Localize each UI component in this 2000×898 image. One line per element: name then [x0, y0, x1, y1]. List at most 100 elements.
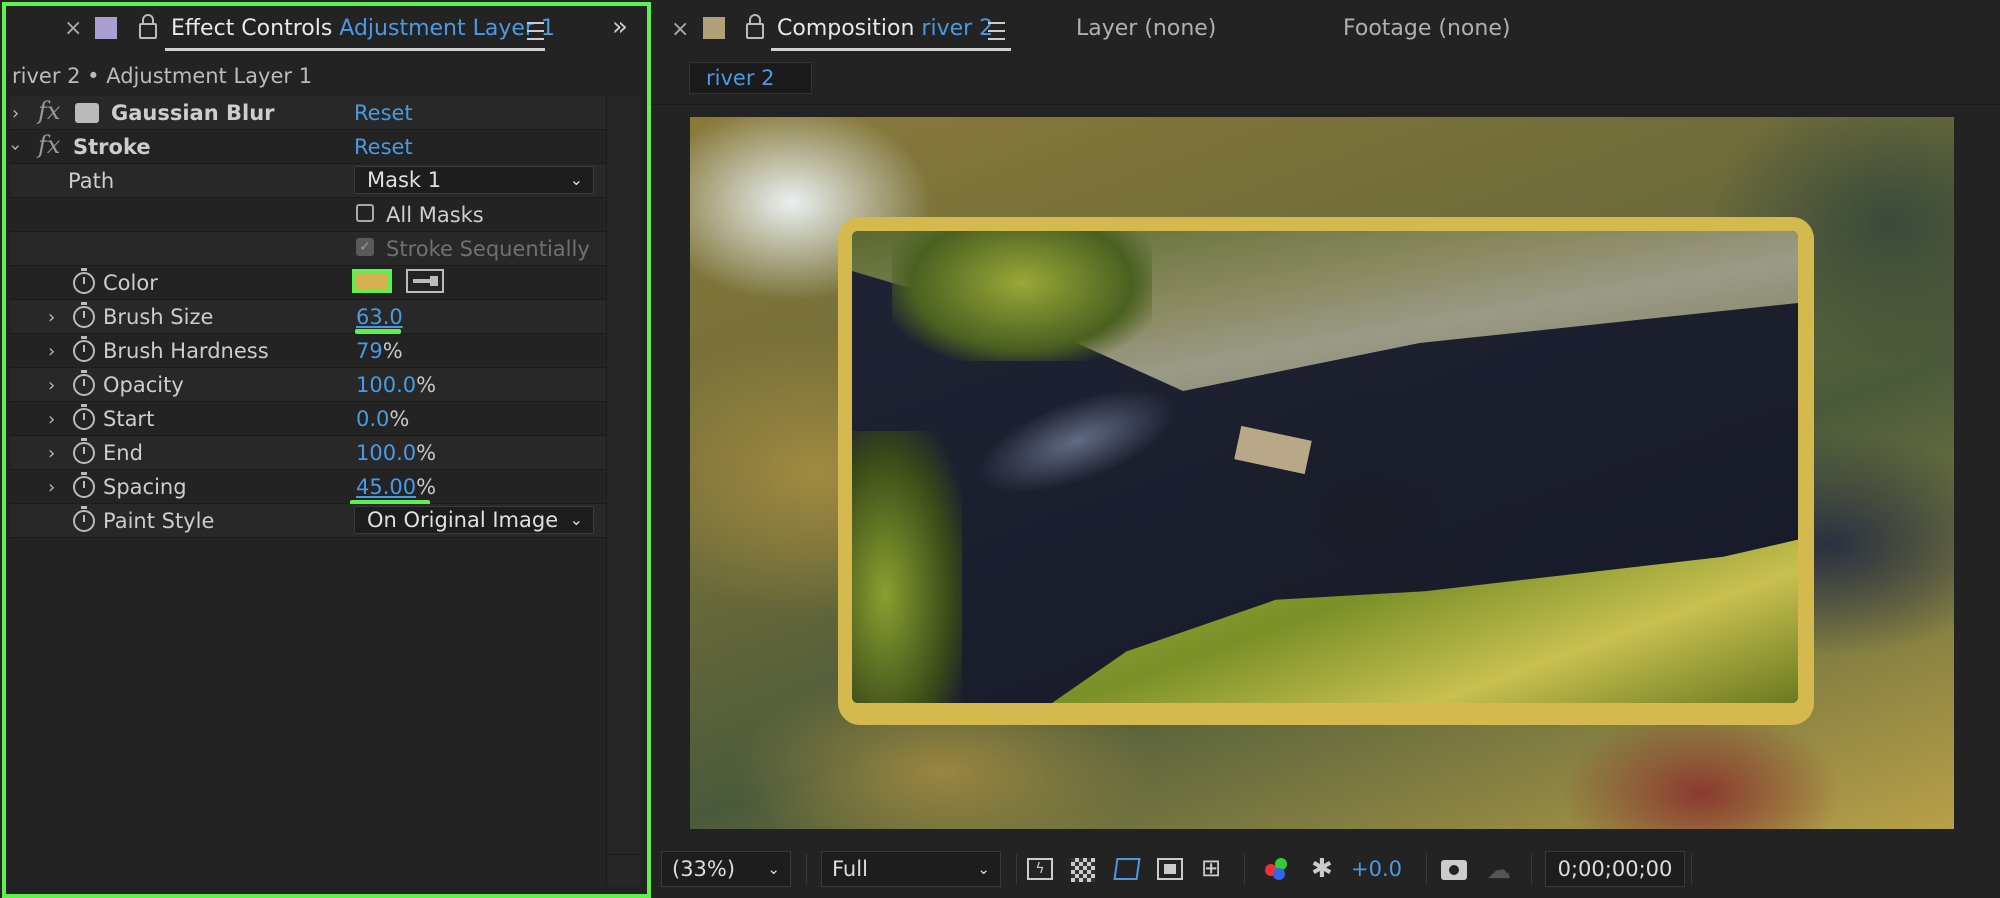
fast-previews-icon[interactable]: ϟ [1027, 858, 1053, 880]
stopwatch-icon[interactable] [73, 268, 95, 294]
param-row-paint-style: Paint Style On Original Image ⌄ [10, 504, 606, 538]
eyedropper-icon[interactable] [406, 269, 444, 293]
unit: % [389, 407, 410, 431]
param-value-group: 45.00% [356, 475, 436, 499]
stroke-sequentially-checkbox[interactable]: ✓ [356, 238, 374, 256]
reset-exposure-icon[interactable]: ✱ [1311, 854, 1333, 884]
dropdown-value: On Original Image [367, 508, 559, 532]
footage-tab[interactable]: Footage (none) [1343, 16, 1510, 41]
wooden-raft [1234, 425, 1312, 475]
chevron-right-icon[interactable]: › [48, 307, 55, 328]
effect-name: Stroke [73, 135, 151, 159]
show-snapshot-icon[interactable]: ☁ [1487, 856, 1511, 884]
composition-viewer[interactable] [690, 117, 1954, 829]
effect-row-stroke[interactable]: › fx Stroke Reset [5, 130, 606, 164]
stopwatch-icon[interactable] [73, 506, 95, 532]
param-label: Brush Size [103, 305, 214, 329]
tab-title: Composition [777, 16, 915, 41]
paint-style-dropdown[interactable]: On Original Image ⌄ [354, 506, 594, 534]
exposure-value[interactable]: +0.0 [1351, 857, 1402, 881]
start-value[interactable]: 0.0 [356, 407, 389, 431]
param-value-group: 0.0% [356, 407, 409, 431]
footage-image [852, 231, 1798, 703]
stroke-frame [838, 217, 1814, 725]
tab-layer-name: Adjustment Layer 1 [339, 16, 555, 41]
toolbar-separator [1244, 854, 1245, 884]
trees-left [852, 431, 962, 703]
dropdown-value: Full [832, 857, 868, 881]
viewer-comp-tab[interactable]: river 2 [689, 62, 812, 94]
lock-icon[interactable] [746, 14, 764, 39]
effect-controls-panel: × Effect Controls Adjustment Layer 1 » r… [0, 0, 651, 898]
active-tab-underline [165, 48, 545, 51]
param-label: Spacing [103, 475, 187, 499]
chevron-down-icon: ⌄ [767, 860, 780, 878]
mask-path-visibility-icon[interactable] [1113, 858, 1141, 880]
effect-name: Gaussian Blur [111, 101, 275, 125]
path-dropdown[interactable]: Mask 1 ⌄ [354, 166, 594, 194]
chevron-right-icon[interactable]: › [48, 443, 55, 464]
magnification-dropdown[interactable]: (33%) ⌄ [661, 851, 791, 887]
toolbar-separator [1531, 854, 1532, 884]
reset-button[interactable]: Reset [354, 135, 413, 159]
snapshot-camera-icon[interactable] [1441, 860, 1467, 880]
param-label: Start [103, 407, 155, 431]
reset-button[interactable]: Reset [354, 101, 413, 125]
close-tab-icon[interactable]: × [64, 16, 82, 41]
panel-menu-icon[interactable] [988, 22, 1005, 40]
panel-menu-icon[interactable] [527, 22, 544, 40]
param-value-group: 79% [356, 339, 403, 363]
chevron-right-icon[interactable]: › [48, 477, 55, 498]
unit: % [382, 339, 403, 363]
layer-tab[interactable]: Layer (none) [1076, 16, 1216, 41]
param-label: End [103, 441, 143, 465]
stopwatch-icon[interactable] [73, 438, 95, 464]
chevron-right-icon[interactable]: › [12, 103, 19, 124]
param-row-brush-hardness: › Brush Hardness 79% [10, 334, 606, 368]
param-row-start: › Start 0.0% [10, 402, 606, 436]
effect-row-gaussian-blur[interactable]: › fx Gaussian Blur Reset [10, 96, 606, 130]
region-of-interest-icon[interactable] [1157, 858, 1183, 880]
all-masks-checkbox[interactable] [356, 204, 374, 222]
end-value[interactable]: 100.0 [356, 441, 416, 465]
chevron-down-icon[interactable]: › [5, 144, 26, 151]
transparency-grid-icon[interactable] [1071, 858, 1095, 882]
fx-icon[interactable]: fx [38, 131, 60, 159]
stopwatch-icon[interactable] [73, 302, 95, 328]
stopwatch-icon[interactable] [73, 370, 95, 396]
toolbar-separator [806, 854, 807, 884]
effect-controls-tab[interactable]: Effect Controls Adjustment Layer 1 [171, 16, 555, 41]
grid-guides-icon[interactable]: ⊞ [1201, 854, 1221, 882]
expand-panels-icon[interactable]: » [612, 12, 628, 42]
trees-top [892, 231, 1152, 361]
chevron-right-icon[interactable]: › [48, 409, 55, 430]
composition-panel: × Composition river 2 Layer (none) Foota… [651, 0, 2000, 898]
toolbar-separator [1691, 854, 1692, 884]
lock-icon[interactable] [139, 14, 157, 39]
fx-icon[interactable]: fx [38, 97, 60, 125]
color-swatch[interactable] [352, 269, 392, 293]
composition-tab[interactable]: Composition river 2 [777, 16, 993, 41]
stopwatch-icon[interactable] [73, 472, 95, 498]
stopwatch-icon[interactable] [73, 404, 95, 430]
opacity-value[interactable]: 100.0 [356, 373, 416, 397]
unit: % [416, 373, 437, 397]
chevron-right-icon[interactable]: › [48, 375, 55, 396]
channel-rgb-icon[interactable] [1265, 858, 1289, 882]
brush-size-value[interactable]: 63.0 [356, 305, 403, 329]
resolution-dropdown[interactable]: Full ⌄ [821, 851, 1001, 887]
brush-hardness-value[interactable]: 79 [356, 339, 383, 363]
close-tab-icon[interactable]: × [671, 17, 689, 42]
effect-preset-icon [75, 103, 99, 123]
panel-color-swatch [703, 17, 725, 39]
current-time-display[interactable]: 0;00;00;00 [1545, 851, 1685, 887]
param-label: Color [103, 271, 158, 295]
toolbar-separator [1426, 854, 1427, 884]
stopwatch-icon[interactable] [73, 336, 95, 362]
spacing-value[interactable]: 45.00 [356, 475, 416, 499]
viewer-tab-divider [651, 104, 2000, 105]
unit: % [416, 475, 437, 499]
scrollbar-track[interactable] [606, 96, 641, 886]
chevron-right-icon[interactable]: › [48, 341, 55, 362]
param-row-opacity: › Opacity 100.0% [10, 368, 606, 402]
